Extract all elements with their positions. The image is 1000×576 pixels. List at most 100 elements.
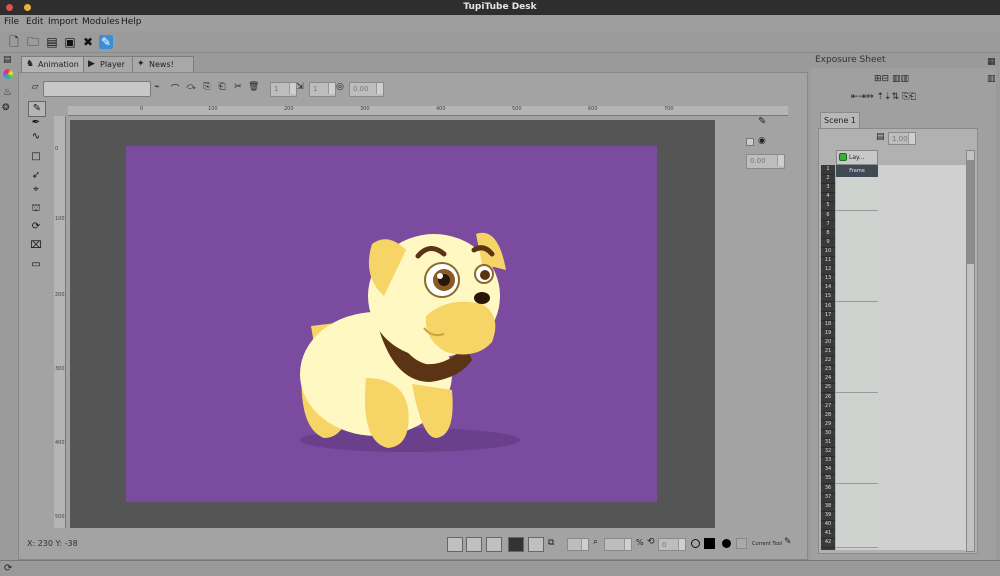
paste-icon[interactable]: ⎗ xyxy=(217,82,227,92)
menu-import[interactable]: Import xyxy=(48,17,78,27)
ink-tool-icon[interactable]: ✒ xyxy=(28,116,44,130)
play-tab-icon: ▶ xyxy=(88,59,95,69)
rectangle-tool-icon[interactable]: □ xyxy=(28,150,44,164)
palette-toggle-icon[interactable]: ▤ xyxy=(3,55,12,65)
onion-value-field[interactable] xyxy=(567,538,589,551)
delete-icon[interactable]: 🗑 xyxy=(248,82,259,92)
v-ruler-label: 400 xyxy=(55,440,65,446)
current-tool-label: Current Tool xyxy=(752,541,783,547)
brush-selector[interactable] xyxy=(43,81,151,97)
frame-cell[interactable] xyxy=(836,538,878,548)
save-as-icon[interactable]: ▣ xyxy=(63,35,77,49)
nose-shape xyxy=(474,292,490,304)
close-window-icon[interactable] xyxy=(6,4,13,11)
spin-field-1-value: 1 xyxy=(274,85,279,93)
zoom-value-field[interactable]: 0.00 xyxy=(349,82,384,97)
frame-cell[interactable] xyxy=(836,383,878,393)
fill-circle-icon[interactable] xyxy=(722,539,731,548)
dog-illustration xyxy=(300,232,520,452)
crop-icon[interactable] xyxy=(528,537,544,552)
tool-options-panel: ✎ ◉ 0.00 xyxy=(738,112,806,172)
copy-icon[interactable]: ⎘ xyxy=(202,82,212,92)
stage-canvas[interactable] xyxy=(126,146,657,502)
fill-color-swatch[interactable] xyxy=(736,538,747,549)
h-ruler-label: 600 xyxy=(588,106,598,112)
rotate-icon[interactable]: ⤼ xyxy=(186,82,196,92)
fill-tool-icon[interactable]: ⛫ xyxy=(28,202,44,216)
option-checkbox[interactable] xyxy=(746,138,754,146)
flip-vertical-icon[interactable]: ⌒ xyxy=(170,82,180,95)
pen-option-icon: ✎ xyxy=(758,116,767,127)
node-tool-icon[interactable]: ⌖ xyxy=(28,183,44,197)
brushes-icon[interactable]: ♨ xyxy=(3,87,12,98)
left-eye-shine xyxy=(437,273,443,279)
library-icon[interactable]: ❂ xyxy=(2,103,10,113)
spin-field-1[interactable]: 1 xyxy=(270,82,297,97)
v-ruler-label: 300 xyxy=(55,366,65,372)
guides-icon[interactable] xyxy=(508,537,524,552)
tab-player-label: Player xyxy=(100,60,125,69)
layer-opacity-field[interactable]: 1.00 xyxy=(888,132,916,145)
opacity-icon: ▤ xyxy=(876,132,885,142)
layer-add-remove-icons[interactable]: ⊞⊟ ▥▥ xyxy=(874,74,909,84)
eye-icon: ◉ xyxy=(758,136,766,146)
opacity-icon: ◎ xyxy=(336,82,344,92)
close-project-icon[interactable]: ✖ xyxy=(81,35,95,49)
cut-icon[interactable]: ✂ xyxy=(233,82,243,92)
safe-area-icon[interactable] xyxy=(447,537,463,552)
animation-tab-icon: ♞ xyxy=(26,59,35,69)
option-value-field[interactable]: 0.00 xyxy=(746,154,785,169)
frame-cell[interactable] xyxy=(836,474,878,484)
tab-animation-label: Animation xyxy=(38,60,79,69)
scene-tab[interactable]: Scene 1 xyxy=(820,112,860,128)
zoom-field[interactable] xyxy=(604,538,632,551)
timeline-toggle-icon[interactable]: ⟳ xyxy=(4,563,12,574)
polyline-tool-icon[interactable]: ∿ xyxy=(28,130,44,144)
frame-column[interactable] xyxy=(836,165,878,550)
brush-outline-icon[interactable] xyxy=(691,539,700,548)
spin-field-2[interactable]: 1 xyxy=(309,82,336,97)
tab-news[interactable]: ✦ News! xyxy=(132,56,194,73)
menu-help[interactable]: Help xyxy=(121,17,142,27)
selected-frame-cell[interactable]: Frame xyxy=(836,165,878,177)
current-tool-icon: ✎ xyxy=(784,537,792,547)
frame-number: 35 xyxy=(821,474,835,484)
bottom-status-bar: ⟳ xyxy=(0,560,1000,576)
export-icon[interactable]: ✎ xyxy=(99,35,113,49)
pencil-tool-icon[interactable]: ✎ xyxy=(28,101,46,117)
vertical-ruler: 0 100 200 300 400 500 xyxy=(54,116,66,528)
camera-tool-icon[interactable]: ⌧ xyxy=(28,239,44,253)
stroke-color-swatch[interactable] xyxy=(704,538,715,549)
window-title-bar: TupiTube Desk xyxy=(0,0,1000,15)
tween-tool-icon[interactable]: ⟳ xyxy=(28,220,44,234)
color-palette-icon[interactable] xyxy=(3,69,13,79)
menu-edit[interactable]: Edit xyxy=(26,17,43,27)
flip-horizontal-icon[interactable]: ⌁ xyxy=(152,82,162,92)
frame-cell[interactable] xyxy=(836,201,878,211)
misc-tool-icon[interactable]: ▭ xyxy=(28,258,44,272)
exposure-scroll-thumb[interactable] xyxy=(967,160,974,264)
new-project-icon[interactable]: 🗋 xyxy=(7,35,21,49)
scale-icon: ⇲ xyxy=(296,82,304,92)
menu-bar: File Edit Import Modules Help xyxy=(0,15,1000,31)
export-side-icon[interactable]: ▦ xyxy=(987,57,996,67)
menu-modules[interactable]: Modules xyxy=(82,17,119,27)
scenes-side-icon[interactable]: ▥ xyxy=(987,74,996,84)
onion-skin-icon[interactable]: ⧉ xyxy=(548,538,554,548)
layer-opacity-text: 1.00 xyxy=(892,135,908,143)
menu-file[interactable]: File xyxy=(4,17,19,27)
right-pupil-shape xyxy=(480,270,490,280)
frame-cell[interactable] xyxy=(836,292,878,302)
v-ruler-label: 200 xyxy=(55,292,65,298)
horizontal-ruler: 0 100 200 300 400 500 600 700 xyxy=(68,106,788,116)
layer-visibility-icon[interactable] xyxy=(839,153,847,161)
frame-action-icons[interactable]: ⇤⇥⇔ ⇡⇣⇅ ⎘⎗ xyxy=(851,92,916,102)
selection-tool-icon[interactable]: ➶ xyxy=(28,169,44,183)
grid-sub-icon[interactable] xyxy=(486,537,502,552)
save-icon[interactable]: ▤ xyxy=(45,35,59,49)
grid-icon[interactable] xyxy=(466,537,482,552)
rotation-field[interactable]: 0 xyxy=(658,538,686,551)
zoom-icon: ⌕ xyxy=(593,537,599,547)
open-project-icon[interactable]: 🗀 xyxy=(26,35,40,49)
minimize-window-icon[interactable] xyxy=(24,4,31,11)
